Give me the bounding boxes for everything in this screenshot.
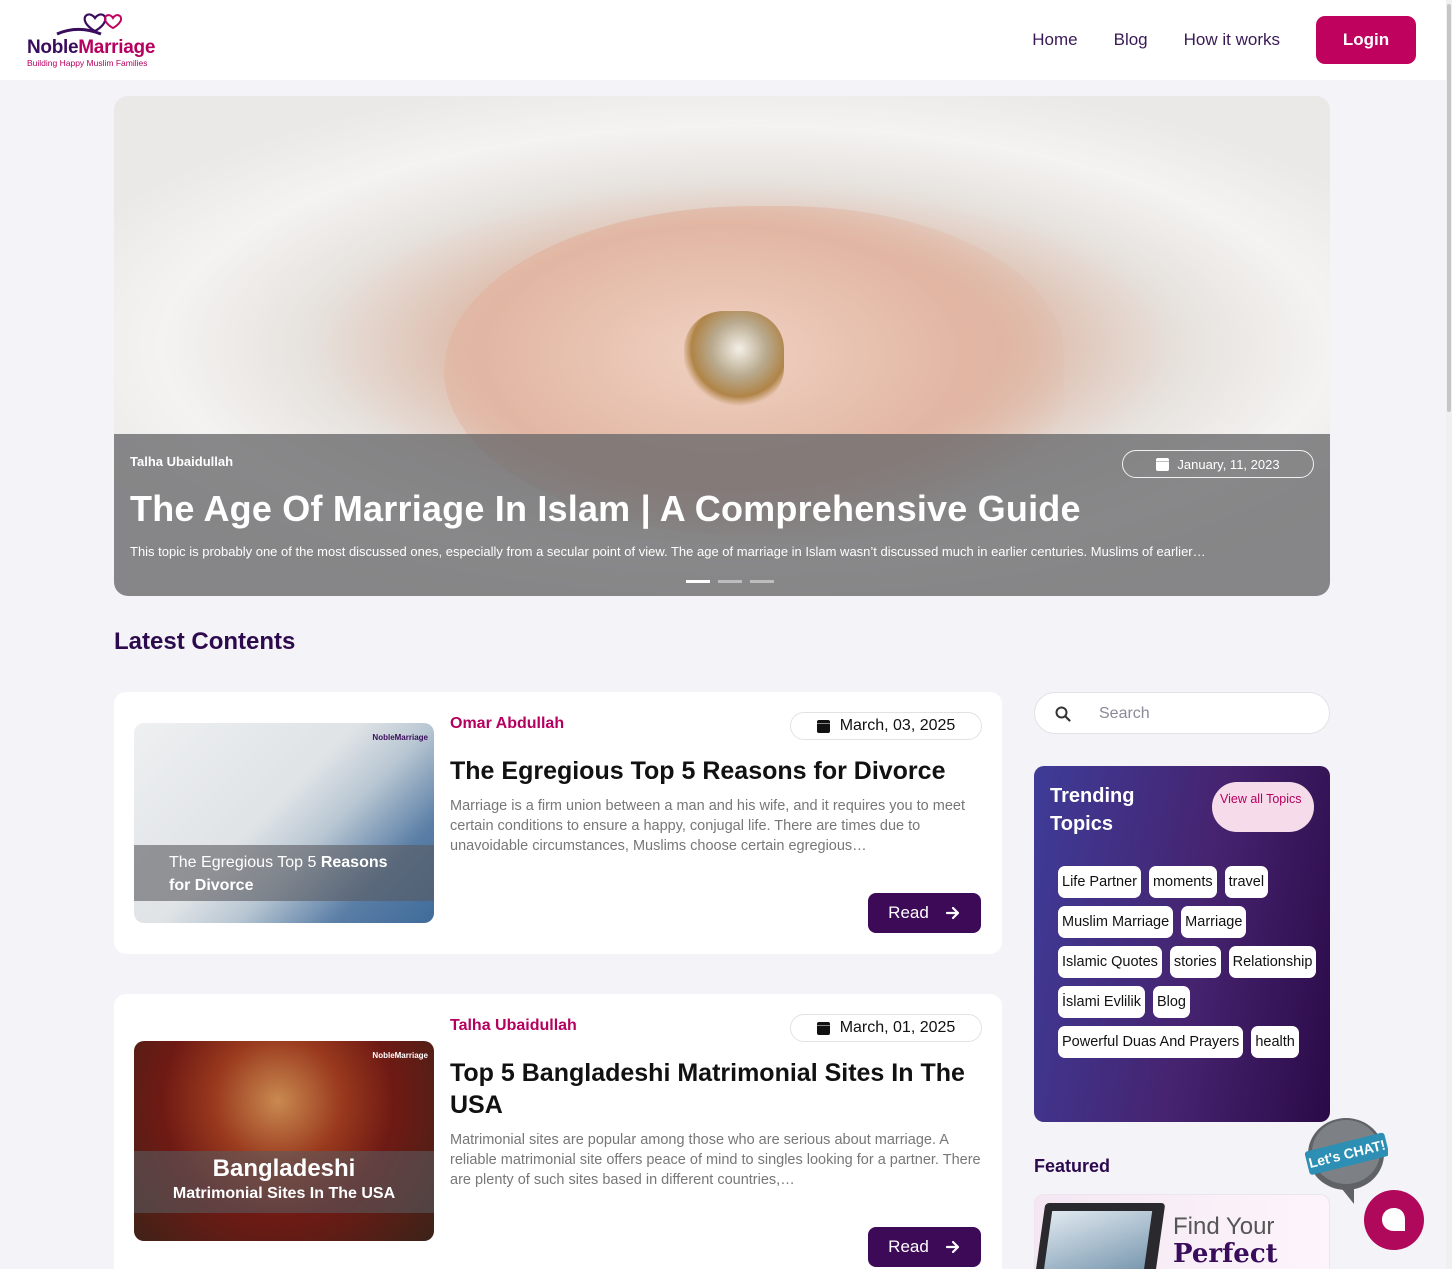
slider-dot-1[interactable] (686, 580, 710, 583)
nav-blog[interactable]: Blog (1114, 30, 1148, 50)
page-scrollbar[interactable] (1446, 0, 1452, 1269)
topic-tag[interactable]: Muslim Marriage (1058, 906, 1174, 938)
thumbnail-caption-bold-2: for Divorce (169, 877, 254, 894)
hero-slider[interactable]: Talha Ubaidullah January, 11, 2023 The A… (114, 96, 1330, 596)
read-button-label: Read (888, 903, 929, 922)
topic-tag[interactable]: travel (1224, 866, 1269, 898)
calendar-icon (1156, 457, 1170, 471)
arrow-right-icon (945, 906, 959, 920)
search-input[interactable] (1099, 703, 1309, 725)
topic-tag[interactable]: stories (1169, 946, 1221, 978)
lets-chat-badge[interactable]: Let's CHAT! (1302, 1114, 1388, 1204)
thumbnail-logo: NobleMarriage (372, 1051, 428, 1060)
hero-caption: Talha Ubaidullah January, 11, 2023 The A… (114, 434, 1330, 596)
topic-tag[interactable]: Life Partner (1058, 866, 1141, 898)
topic-tag[interactable]: health (1251, 1026, 1299, 1058)
slider-dots (686, 580, 774, 583)
featured-heading: Featured (1034, 1156, 1111, 1176)
featured-line-2: Perfect (1173, 1239, 1278, 1269)
thumbnail-logo: NobleMarriage (372, 733, 428, 742)
post-date-text: March, 01, 2025 (839, 1019, 956, 1036)
logo-wordmark: NobleMarriage (27, 37, 155, 59)
chat-launcher-button[interactable] (1364, 1190, 1424, 1250)
thumbnail-caption: The Egregious Top 5 Reasons for Divorce (134, 845, 434, 901)
hearts-logo-icon (56, 13, 123, 36)
latest-contents-heading: Latest Contents (114, 628, 296, 655)
post-author[interactable]: Omar Abdullah (450, 715, 564, 733)
logo-tagline: Building Happy Muslim Families (27, 58, 148, 68)
scrollbar-thumb[interactable] (1447, 4, 1451, 412)
featured-laptop-image (1035, 1203, 1166, 1269)
hero-excerpt: This topic is probably one of the most d… (130, 544, 1206, 559)
thumbnail-caption-text: The Egregious Top 5 (169, 854, 321, 871)
topic-tags: Life Partner moments travel Muslim Marri… (1058, 866, 1318, 1058)
top-navbar: NobleMarriage Building Happy Muslim Fami… (0, 0, 1452, 80)
post-card: NobleMarriage The Egregious Top 5 Reason… (114, 692, 1002, 954)
nav-home[interactable]: Home (1032, 30, 1077, 50)
topic-tag[interactable]: Islamic Quotes (1058, 946, 1162, 978)
calendar-icon (816, 1021, 830, 1035)
chat-bubble-icon (1382, 1208, 1405, 1231)
main-nav: Home Blog How it works (1032, 0, 1280, 80)
topic-tag[interactable]: Relationship (1228, 946, 1317, 978)
topic-tag[interactable]: İslami Evlilik (1058, 986, 1145, 1018)
search-box (1034, 692, 1330, 734)
read-button-label: Read (888, 1237, 929, 1256)
slider-dot-3[interactable] (750, 580, 774, 583)
calendar-icon (816, 719, 830, 733)
noble-marriage-logo[interactable]: NobleMarriage Building Happy Muslim Fami… (27, 10, 167, 72)
post-excerpt: Marriage is a firm union between a man a… (450, 798, 966, 854)
post-thumbnail[interactable]: NobleMarriage Bangladeshi Matrimonial Si… (134, 1041, 434, 1241)
read-button[interactable]: Read (868, 893, 981, 933)
hero-title[interactable]: The Age Of Marriage In Islam | A Compreh… (130, 488, 1081, 530)
nav-how-it-works[interactable]: How it works (1184, 30, 1280, 50)
search-icon[interactable] (1055, 706, 1071, 722)
trending-topics-panel: Trending Topics View all Topics Life Par… (1034, 766, 1330, 1122)
featured-banner[interactable]: Find Your Perfect (1034, 1194, 1330, 1269)
logo-wordmark-marriage: Marriage (78, 37, 156, 58)
slider-dot-2[interactable] (718, 580, 742, 583)
post-author[interactable]: Talha Ubaidullah (450, 1017, 577, 1035)
post-date-badge: March, 03, 2025 (790, 712, 982, 740)
post-card: NobleMarriage Bangladeshi Matrimonial Si… (114, 994, 1002, 1269)
read-button[interactable]: Read (868, 1227, 981, 1267)
post-date-text: March, 03, 2025 (839, 717, 956, 734)
logo-wordmark-noble: Noble (27, 37, 79, 58)
thumbnail-caption-title: Bangladeshi (212, 1155, 356, 1182)
hero-image-ring (684, 311, 784, 406)
arrow-right-icon (945, 1240, 959, 1254)
thumbnail-caption-bold: Reasons (320, 854, 388, 871)
featured-line-1: Find Your (1173, 1213, 1275, 1240)
post-title[interactable]: Top 5 Bangladeshi Matrimonial Sites In T… (450, 1057, 990, 1121)
post-thumbnail[interactable]: NobleMarriage The Egregious Top 5 Reason… (134, 723, 434, 923)
topic-tag[interactable]: Powerful Duas And Prayers (1058, 1026, 1244, 1058)
trending-topics-title: Trending Topics (1050, 785, 1135, 835)
login-button[interactable]: Login (1316, 16, 1416, 64)
hero-date-badge: January, 11, 2023 (1122, 450, 1314, 478)
topic-tag[interactable]: Marriage (1181, 906, 1247, 938)
topic-tag[interactable]: Blog (1152, 986, 1190, 1018)
hero-date-text: January, 11, 2023 (1177, 456, 1280, 472)
thumbnail-caption: Bangladeshi Matrimonial Sites In The USA (134, 1151, 434, 1213)
thumbnail-caption-subtitle: Matrimonial Sites In The USA (172, 1185, 396, 1202)
topic-tag[interactable]: moments (1148, 866, 1217, 898)
view-all-topics-button[interactable]: View all Topics (1212, 782, 1314, 832)
post-excerpt: Matrimonial sites are popular among thos… (450, 1132, 981, 1188)
post-date-badge: March, 01, 2025 (790, 1014, 982, 1042)
post-title[interactable]: The Egregious Top 5 Reasons for Divorce (450, 755, 990, 787)
hero-author[interactable]: Talha Ubaidullah (130, 454, 233, 469)
featured-screen-image (1042, 1211, 1153, 1269)
